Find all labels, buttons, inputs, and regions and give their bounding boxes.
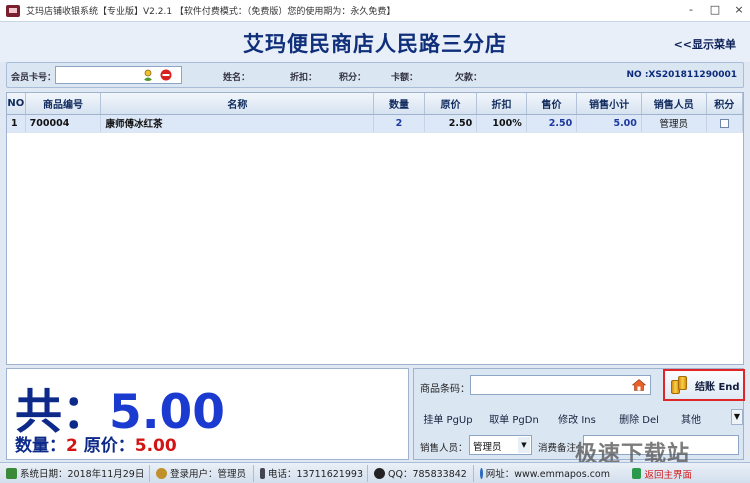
product-table[interactable]: NO 商品编号 名称 数量 原价 折扣 售价 销售小计 销售人员 积分 1 70… <box>6 92 744 365</box>
delete-button[interactable]: 删除 Del <box>608 411 670 426</box>
col-header-subtotal[interactable]: 销售小计 <box>576 93 642 115</box>
row-orig-price: 2.50 <box>424 114 478 133</box>
chevron-down-icon[interactable]: ▼ <box>518 437 530 453</box>
orig-price-label: 原价： <box>77 436 135 456</box>
row-price: 2.50 <box>526 114 578 133</box>
hold-order-button[interactable]: 挂单 PgUp <box>414 411 482 426</box>
window-controls: - □ × <box>684 3 746 16</box>
order-number: NO :XS201811290001 <box>626 70 737 80</box>
maximize-button[interactable]: □ <box>708 3 722 16</box>
col-header-price[interactable]: 售价 <box>526 93 578 115</box>
member-points-label: 积分： <box>339 73 367 83</box>
calendar-icon <box>6 467 17 479</box>
app-icon <box>6 4 20 17</box>
checkout-button[interactable]: 结账 End <box>663 369 745 401</box>
qq-icon <box>374 467 385 479</box>
member-balance-label: 卡额： <box>391 73 419 83</box>
action-bar: 挂单 PgUp 取单 PgDn 修改 Ins 删除 Del 其他 ▼ <box>414 407 745 429</box>
phone-icon <box>260 467 265 479</box>
table-header-row: NO 商品编号 名称 数量 原价 折扣 售价 销售小计 销售人员 积分 <box>7 93 744 115</box>
checkout-label: 结账 End <box>695 381 740 393</box>
member-card-input[interactable] <box>55 66 182 84</box>
col-header-code[interactable]: 商品编号 <box>25 93 102 115</box>
member-debt-label: 欠款： <box>455 73 483 83</box>
row-subtotal: 5.00 <box>576 114 642 133</box>
qty-value: 2 <box>66 436 78 456</box>
table-row[interactable]: 1 700004 康师傅冰红茶 2 2.50 100% 2.50 5.00 管理… <box>7 114 744 133</box>
row-discount: 100% <box>476 114 527 133</box>
row-name: 康师傅冰红茶 <box>100 114 375 133</box>
status-date: 系统日期：2018年11月29日 <box>0 464 150 482</box>
barcode-input[interactable] <box>470 375 651 395</box>
col-header-no[interactable]: NO <box>7 93 26 115</box>
member-card-label: 会员卡号： <box>11 73 57 83</box>
totals-panel: 共：5.00 数量：2 原价：5.00 <box>6 368 409 460</box>
member-name-label: 姓名： <box>223 73 251 83</box>
other-button[interactable]: 其他 <box>670 411 712 426</box>
coins-icon <box>671 375 689 395</box>
close-button[interactable]: × <box>732 3 746 16</box>
member-clear-icon[interactable] <box>160 69 172 81</box>
col-header-points[interactable]: 积分 <box>706 93 744 115</box>
show-menu-button[interactable]: <<显示菜单 <box>674 36 736 52</box>
more-dropdown-icon[interactable]: ▼ <box>731 409 743 425</box>
store-name: 艾玛便民商店人民路三分店 <box>243 32 507 56</box>
member-person-icon[interactable] <box>142 69 154 81</box>
row-code: 700004 <box>25 114 102 133</box>
window-title-bar: 艾玛店铺收银系统【专业版】V2.2.1 【软件付费模式：（免费版）您的使用期为：… <box>0 0 750 22</box>
sales-person-label: 销售人员： <box>420 443 468 454</box>
retrieve-order-button[interactable]: 取单 PgDn <box>482 411 546 426</box>
points-checkbox[interactable] <box>719 118 729 128</box>
qty-label: 数量： <box>15 436 66 456</box>
col-header-discount[interactable]: 折扣 <box>476 93 527 115</box>
barcode-label: 商品条码： <box>420 384 470 395</box>
sales-person-select[interactable]: 管理员 ▼ <box>469 435 532 455</box>
status-user: 登录用户：管理员 <box>150 464 254 482</box>
user-icon <box>156 467 167 479</box>
status-phone: 电话：13711621993 <box>254 464 368 482</box>
window-title: 艾玛店铺收银系统【专业版】V2.2.1 【软件付费模式：（免费版）您的使用期为：… <box>26 7 396 17</box>
member-info-bar: 会员卡号： 姓名： 折扣： 积分： 卡额： 欠款： NO :XS20181129… <box>6 62 744 88</box>
minimize-button[interactable]: - <box>684 3 698 16</box>
home-icon <box>632 468 642 479</box>
status-bar: 系统日期：2018年11月29日 登录用户：管理员 电话：13711621993… <box>0 462 750 483</box>
totals-summary: 数量：2 原价：5.00 <box>15 431 177 456</box>
col-header-seller[interactable]: 销售人员 <box>641 93 707 115</box>
row-qty[interactable]: 2 <box>373 114 425 133</box>
col-header-name[interactable]: 名称 <box>100 93 375 115</box>
status-website[interactable]: 网址：www.emmapos.com <box>474 465 614 482</box>
row-no: 1 <box>7 114 26 133</box>
row-seller: 管理员 <box>641 114 707 133</box>
orig-price-value: 5.00 <box>134 436 177 456</box>
member-discount-label: 折扣： <box>290 73 318 83</box>
modify-button[interactable]: 修改 Ins <box>546 411 608 426</box>
col-header-qty[interactable]: 数量 <box>373 93 425 115</box>
sales-person-value: 管理员 <box>473 442 502 453</box>
globe-icon <box>480 467 483 479</box>
return-main-button[interactable]: 返回主界面 <box>632 465 692 482</box>
col-header-orig-price[interactable]: 原价 <box>424 93 478 115</box>
home-icon[interactable] <box>632 379 646 391</box>
header: 艾玛便民商店人民路三分店 <<显示菜单 <box>0 22 750 62</box>
status-qq: QQ：785833842 <box>368 464 474 482</box>
row-points[interactable] <box>706 114 744 133</box>
